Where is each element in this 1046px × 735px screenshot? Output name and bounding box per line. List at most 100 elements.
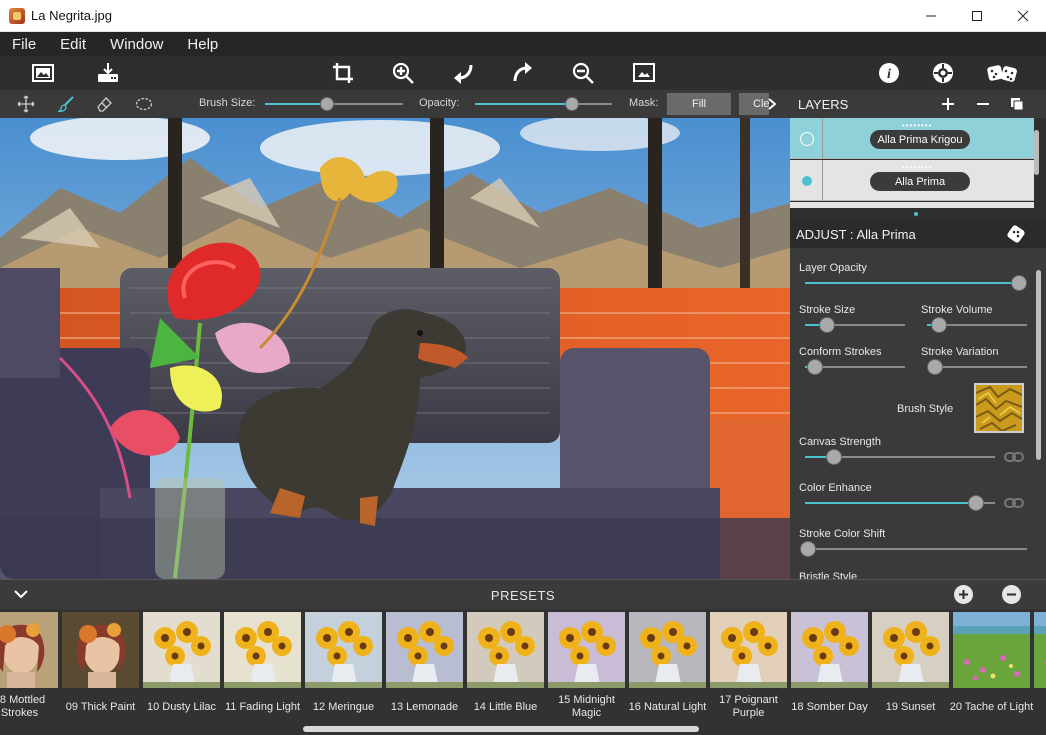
preset-item[interactable]: 19 Sunset [872,612,949,730]
opacity-slider[interactable] [475,97,612,111]
chevron-right-icon[interactable] [762,94,782,114]
preset-item[interactable]: 11 Fading Light [224,612,301,730]
drag-handle-icon[interactable]: •••••••• [902,121,932,130]
preset-label: 11 Fading Light [224,700,301,713]
minimize-button[interactable] [908,0,954,32]
randomize-button[interactable] [986,59,1020,87]
link-icon[interactable] [1004,451,1024,463]
preset-item[interactable]: 08 Mottled Strokes [0,612,58,730]
close-button[interactable] [1000,0,1046,32]
undo-icon [454,64,473,84]
remove-preset-button[interactable] [1002,585,1021,604]
preset-item[interactable]: 13 Lemonade [386,612,463,730]
crop-button[interactable] [329,59,357,87]
stroke-size-slider[interactable] [805,317,905,333]
open-image-button[interactable] [29,59,57,87]
layers-scrollbar[interactable] [1034,130,1039,175]
preset-thumbnail [1034,612,1046,688]
layer-opacity-slider[interactable] [805,275,1027,291]
stroke-variation-label: Stroke Variation [921,346,999,358]
preset-label: 09 Thick Paint [65,700,136,713]
redo-button[interactable] [509,59,537,87]
layer-visibility-toggle[interactable] [800,132,814,146]
stroke-color-shift-slider[interactable] [800,541,1027,557]
layers-list: •••••••• Alla Prima Krigou •••••••• Alla… [790,118,1046,208]
link-icon[interactable] [1004,497,1024,509]
lasso-tool-button[interactable] [133,93,155,115]
presets-scrollbar[interactable] [303,726,699,732]
preset-label: 08 Mottled Strokes [0,694,46,719]
preset-thumbnail [710,612,787,688]
menu-window[interactable]: Window [110,36,163,53]
stroke-volume-slider[interactable] [927,317,1027,333]
canvas-strength-label: Canvas Strength [799,436,881,448]
brush-size-slider[interactable] [265,97,403,111]
move-icon [17,95,35,113]
opacity-knob[interactable] [565,97,580,111]
preset-item[interactable]: 12 Meringue [305,612,382,730]
stroke-variation-slider[interactable] [927,359,1027,375]
color-enhance-slider[interactable] [805,495,995,511]
canvas-strength-slider[interactable] [805,449,995,465]
menu-edit[interactable]: Edit [60,36,86,53]
adjust-title: ADJUST : Alla Prima [796,226,916,242]
color-enhance-label: Color Enhance [799,482,872,494]
image-canvas[interactable] [0,118,790,579]
info-button[interactable]: i [875,59,903,87]
brush-icon [57,96,74,113]
preset-label: 17 Poignant Purple [719,694,778,719]
maximize-button[interactable] [954,0,1000,32]
preset-item[interactable]: 10 Dusty Lilac [143,612,220,730]
brush-style-label: Brush Style [897,403,954,415]
preset-item[interactable]: 18 Somber Day [791,612,868,730]
eraser-tool-button[interactable] [93,93,115,115]
layer-name[interactable]: Alla Prima [870,172,970,191]
undo-button[interactable] [449,59,477,87]
brush-tool-button[interactable] [55,93,77,115]
preset-item[interactable]: 17 Poignant Purple [710,612,787,730]
plus-icon [942,98,954,110]
add-layer-button[interactable] [938,94,958,114]
dice-icon [1007,225,1025,243]
adjust-randomize-button[interactable] [1006,224,1026,244]
preset-item[interactable]: 09 Thick Paint [62,612,139,730]
preset-label: 12 Meringue [312,700,375,713]
adjust-panel: Layer Opacity Stroke Size Stroke Volume … [790,248,1046,579]
preset-item[interactable]: 14 Little Blue [467,612,544,730]
zoom-out-button[interactable] [569,59,597,87]
brush-style-swatch[interactable] [974,383,1024,433]
menu-help[interactable]: Help [187,36,218,53]
preset-item[interactable] [1034,612,1046,730]
layers-title: LAYERS [798,96,849,112]
layer-divider [822,118,823,159]
duplicate-icon [1011,98,1024,111]
layer-row[interactable]: •••••••• Alla Prima [790,160,1034,201]
fit-image-button[interactable] [630,59,658,87]
layer-name[interactable]: Alla Prima Krigou [870,130,970,149]
menu-file[interactable]: File [12,36,36,53]
move-tool-button[interactable] [15,93,37,115]
zoom-in-button[interactable] [389,59,417,87]
remove-layer-button[interactable] [973,94,993,114]
brush-size-knob[interactable] [320,97,335,111]
settings-button[interactable] [929,59,957,87]
preset-thumbnail [62,612,139,688]
preset-item[interactable]: 16 Natural Light [629,612,706,730]
adjust-scrollbar[interactable] [1036,270,1041,460]
layer-row[interactable]: •••••••• Alla Prima Krigou [790,118,1034,159]
export-image-button[interactable] [94,59,122,87]
preset-item[interactable]: 20 Tache of Light [950,612,1033,730]
preset-label: 13 Lemonade [390,700,459,713]
conform-strokes-slider[interactable] [805,359,905,375]
add-preset-button[interactable] [954,585,973,604]
drag-handle-icon[interactable]: •••••••• [902,163,932,172]
dice-icon [987,65,1017,82]
preset-thumbnail [386,612,463,688]
duplicate-layer-button[interactable] [1007,94,1027,114]
layer-visibility-toggle[interactable] [802,176,812,186]
layer-opacity-label: Layer Opacity [799,262,867,274]
mask-label: Mask: [629,97,659,109]
mask-fill-button[interactable]: Fill [667,93,731,115]
preset-item[interactable]: 15 Midnight Magic [548,612,625,730]
panel-splitter[interactable] [790,208,1046,220]
